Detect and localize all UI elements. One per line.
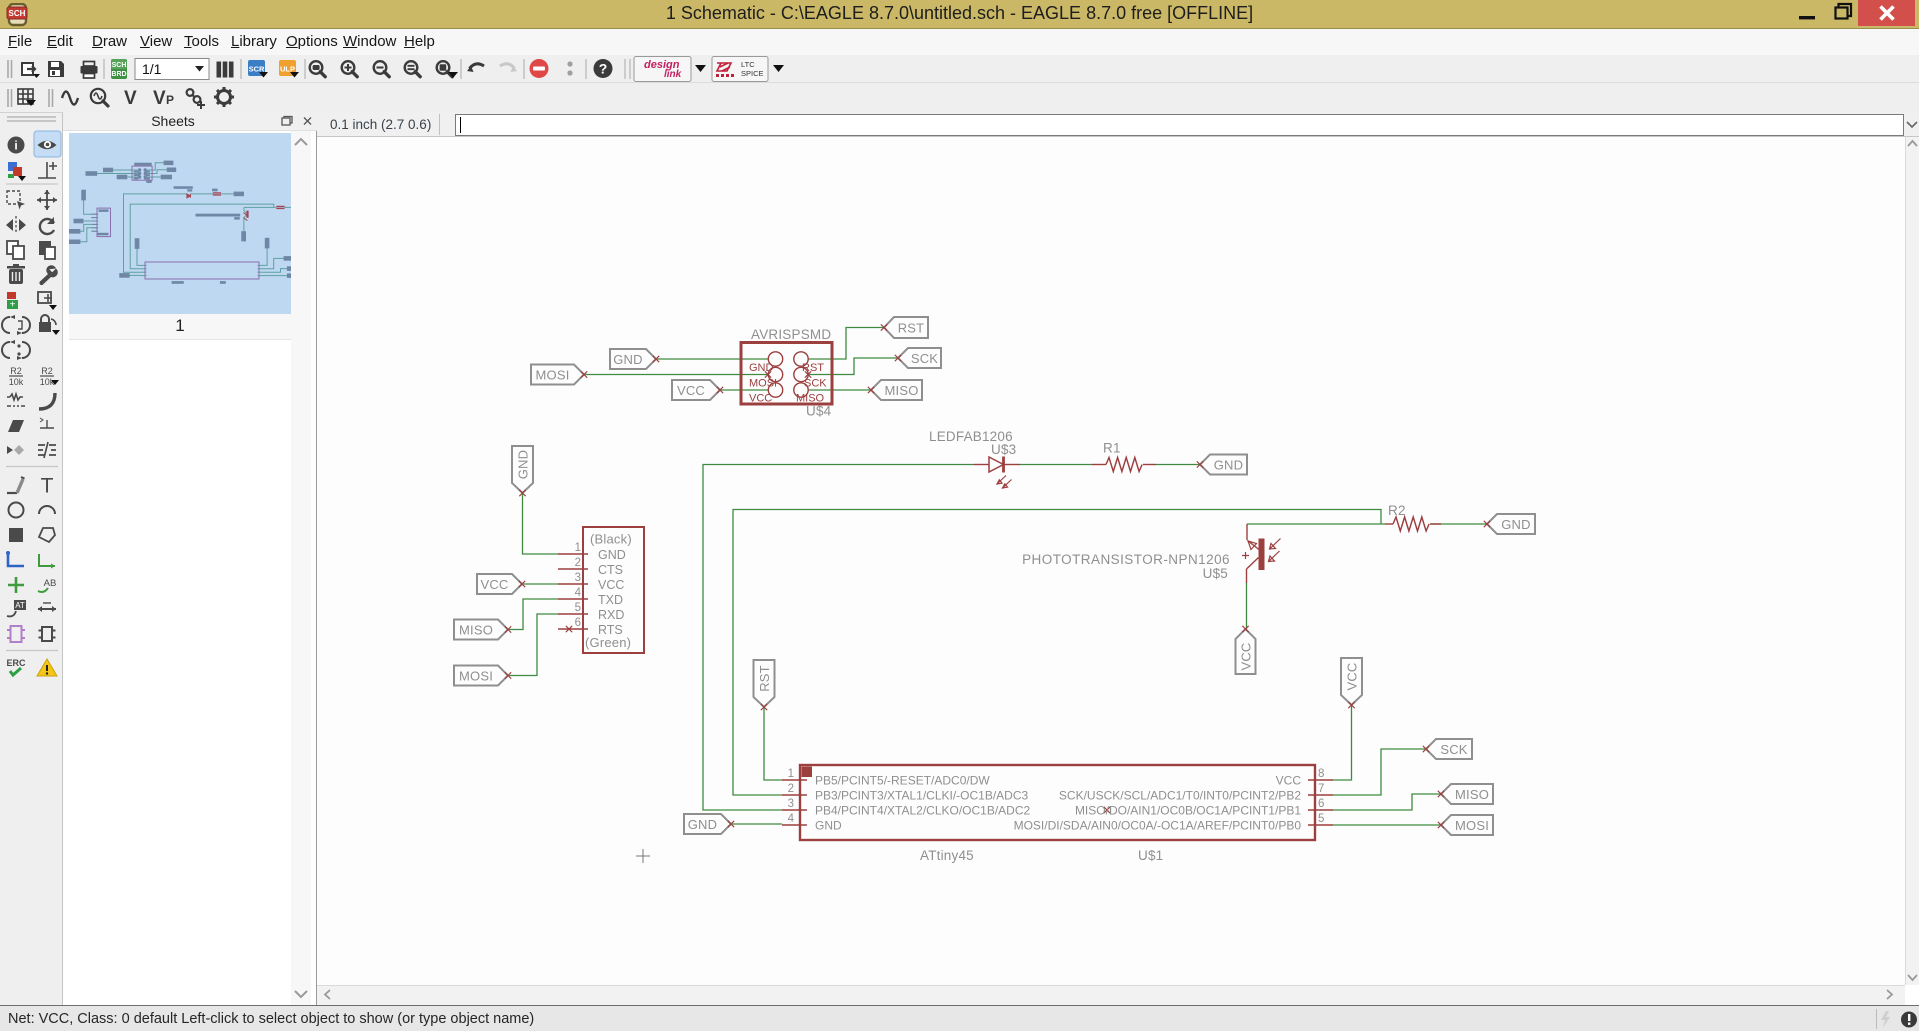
svg-text:AB: AB: [44, 578, 57, 589]
svg-text:VCC: VCC: [1344, 662, 1359, 690]
svg-text:7: 7: [1318, 783, 1324, 795]
svg-text:1: 1: [575, 542, 581, 554]
svg-text:RST: RST: [802, 362, 824, 374]
svg-text:P: P: [166, 93, 174, 107]
svg-text:(Black): (Black): [590, 532, 632, 547]
svg-text:8: 8: [1318, 768, 1324, 780]
svg-text:R2: R2: [10, 366, 22, 376]
svg-text:GND: GND: [749, 362, 774, 374]
svg-text:1/1: 1/1: [142, 61, 162, 77]
svg-text:U$4: U$4: [806, 404, 832, 419]
svg-text:RST: RST: [898, 320, 925, 335]
svg-text:GND: GND: [515, 450, 530, 480]
svg-text:GND: GND: [815, 819, 842, 833]
svg-text:T: T: [41, 475, 54, 498]
svg-text:3: 3: [575, 572, 581, 584]
svg-text:3: 3: [788, 798, 794, 810]
svg-text:V: V: [153, 88, 166, 109]
svg-text:PB4/PCINT4/XTAL2/CLKO/OC1B/ADC: PB4/PCINT4/XTAL2/CLKO/OC1B/ADC2: [815, 804, 1031, 818]
svg-text:CTS: CTS: [598, 563, 623, 577]
svg-text:?: ?: [599, 61, 608, 77]
svg-text:ERC: ERC: [6, 658, 26, 668]
svg-text:V: V: [124, 88, 137, 109]
svg-text:2: 2: [575, 557, 581, 569]
svg-text:MOSI: MOSI: [535, 367, 569, 382]
svg-text:GND: GND: [688, 817, 718, 832]
svg-text:PB3/PCINT3/XTAL1/CLKI/-OC1B/AD: PB3/PCINT3/XTAL1/CLKI/-OC1B/ADC3: [815, 789, 1029, 803]
svg-text:BRD: BRD: [111, 71, 126, 78]
svg-text:+: +: [10, 300, 16, 311]
svg-text:SCK: SCK: [1440, 742, 1467, 757]
svg-text:R1: R1: [1103, 441, 1121, 456]
svg-text:MISO: MISO: [1455, 787, 1489, 802]
svg-text:GND: GND: [598, 548, 626, 562]
svg-text:(Green): (Green): [585, 635, 631, 650]
svg-text:SPICE: SPICE: [741, 69, 764, 78]
svg-text:RTS: RTS: [598, 623, 623, 637]
svg-text:AVRISPSMD: AVRISPSMD: [751, 327, 831, 342]
svg-text:GND: GND: [1214, 457, 1244, 472]
svg-text:TXD: TXD: [598, 593, 623, 607]
svg-text:SCK/USCK/SCL/ADC1/T0/INT0/PCIN: SCK/USCK/SCL/ADC1/T0/INT0/PCINT2/PB2: [1059, 789, 1301, 803]
svg-text:VCC: VCC: [677, 383, 705, 398]
svg-text:R2: R2: [1388, 503, 1406, 518]
svg-text:RST: RST: [757, 665, 772, 692]
svg-text:4: 4: [788, 813, 795, 825]
svg-text:5: 5: [575, 602, 581, 614]
svg-text:link: link: [664, 69, 682, 80]
svg-text:AT: AT: [15, 601, 25, 610]
svg-text:MOSI: MOSI: [749, 378, 777, 390]
svg-text:PHOTOTRANSISTOR-NPN1206: PHOTOTRANSISTOR-NPN1206: [1022, 552, 1230, 567]
svg-text:MOSI: MOSI: [1455, 818, 1489, 833]
svg-text:1: 1: [788, 768, 794, 780]
svg-text:10k: 10k: [9, 377, 24, 387]
svg-text:i: i: [14, 139, 17, 153]
svg-text:GND: GND: [1501, 517, 1531, 532]
svg-text:6: 6: [575, 617, 581, 629]
svg-text:4: 4: [575, 587, 582, 599]
svg-text:VCC: VCC: [1276, 774, 1302, 788]
svg-text:PB5/PCINT5/-RESET/ADC0/DW: PB5/PCINT5/-RESET/ADC0/DW: [815, 774, 990, 788]
svg-text:VCC: VCC: [598, 578, 624, 592]
svg-text:VCC: VCC: [749, 393, 772, 405]
svg-text:U$3: U$3: [991, 442, 1016, 457]
svg-text:ATtiny45: ATtiny45: [920, 848, 974, 863]
svg-text:GND: GND: [613, 352, 643, 367]
svg-text:SCK: SCK: [911, 351, 938, 366]
svg-text:U$5: U$5: [1203, 566, 1228, 581]
svg-text:RXD: RXD: [598, 608, 624, 622]
svg-text:VCC: VCC: [480, 577, 508, 592]
svg-text:MISO: MISO: [796, 393, 825, 405]
svg-text:SCH: SCH: [112, 62, 127, 69]
svg-text:10k: 10k: [40, 377, 55, 387]
svg-text:2: 2: [788, 783, 794, 795]
svg-text:R2: R2: [41, 366, 53, 376]
svg-text:MISO/DO/AIN1/OC0B/OC1A/PCINT1/: MISO/DO/AIN1/OC0B/OC1A/PCINT1/PB1: [1075, 804, 1301, 818]
svg-text:MOSI/DI/SDA/AIN0/OC0A/-OC1A/AR: MOSI/DI/SDA/AIN0/OC0A/-OC1A/AREF/PCINT0/…: [1014, 819, 1302, 833]
svg-text:MISO: MISO: [884, 383, 918, 398]
svg-text:SCK: SCK: [804, 378, 827, 390]
svg-text:LTC: LTC: [741, 60, 755, 69]
svg-text:MISO: MISO: [459, 622, 493, 637]
svg-text:6: 6: [1318, 798, 1324, 810]
svg-text:MOSI: MOSI: [459, 668, 493, 683]
svg-text:5: 5: [1318, 813, 1324, 825]
svg-text:VCC: VCC: [1238, 642, 1253, 670]
svg-text:U$1: U$1: [1138, 848, 1163, 863]
